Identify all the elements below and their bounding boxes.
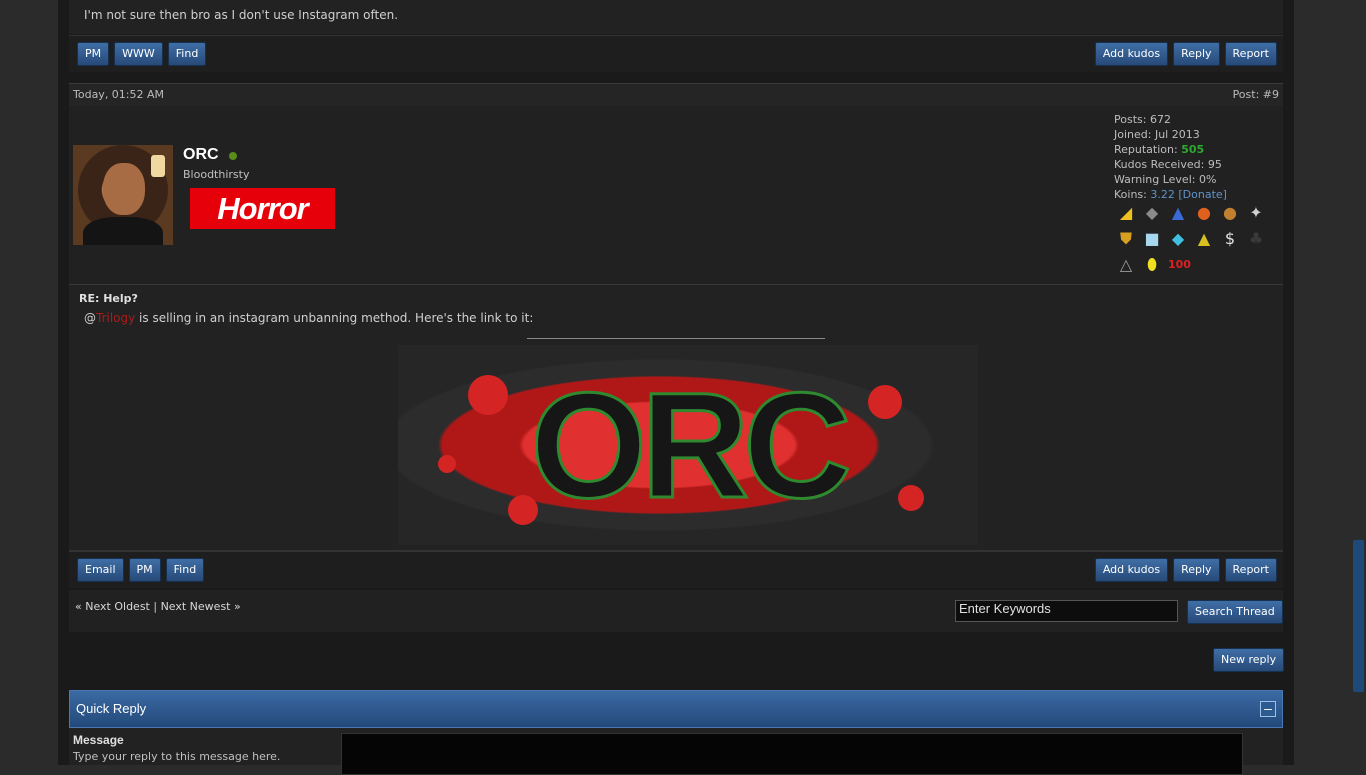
signature-text: ORC: [529, 360, 853, 531]
reply-button[interactable]: Reply: [1173, 558, 1220, 582]
sunglasses-icon[interactable]: ●: [1220, 203, 1240, 223]
pm-button[interactable]: PM: [128, 558, 161, 582]
joined-date: Jul 2013: [1154, 128, 1200, 141]
post-count: 672: [1149, 113, 1171, 126]
quick-reply-title: Quick Reply: [76, 701, 147, 716]
www-button[interactable]: WWW: [114, 42, 163, 66]
reputation-link[interactable]: 505: [1181, 143, 1204, 156]
add-kudos-button[interactable]: Add kudos: [1094, 42, 1169, 66]
shield-crest-icon[interactable]: ⛊: [1116, 229, 1136, 249]
diamond-icon[interactable]: ◆: [1168, 229, 1188, 249]
cheese-icon[interactable]: ◢: [1116, 203, 1136, 223]
add-kudos-button[interactable]: Add kudos: [1094, 558, 1169, 582]
post-author-panel: ORC Bloodthirsty Horror Posts: 672 Joine…: [69, 106, 1283, 285]
diamond-gem-icon[interactable]: ◆: [1142, 203, 1162, 223]
koins-value: 3.22: [1150, 188, 1175, 201]
search-thread-button[interactable]: Search Thread: [1187, 600, 1283, 624]
post-message: @Trilogy is selling in an instagram unba…: [84, 311, 534, 325]
previous-post-body: I'm not sure then bro as I don't use Ins…: [69, 0, 1283, 34]
post-subject: RE: Help?: [79, 292, 138, 305]
ice-cube-icon[interactable]: ■: [1142, 229, 1162, 249]
pm-button[interactable]: PM: [77, 42, 110, 66]
bomb-icon[interactable]: ●: [1194, 203, 1214, 223]
next-oldest-link[interactable]: « Next Oldest: [75, 600, 150, 613]
page-scrollbar[interactable]: [1350, 0, 1366, 765]
reply-button[interactable]: Reply: [1173, 42, 1220, 66]
quick-reply-textarea[interactable]: [341, 733, 1243, 775]
find-button[interactable]: Find: [165, 558, 205, 582]
post-body: RE: Help? @Trilogy is selling in an inst…: [69, 285, 1283, 551]
previous-post-button-bar: PM WWW Find Add kudos Reply Report: [69, 35, 1283, 72]
signature-banner-image: ORC: [398, 345, 978, 545]
bunny-icon[interactable]: ♣: [1246, 229, 1266, 249]
email-button[interactable]: Email: [77, 558, 124, 582]
find-button[interactable]: Find: [167, 42, 207, 66]
search-thread-input[interactable]: Enter Keywords: [955, 600, 1178, 622]
shuriken-icon[interactable]: ✦: [1246, 203, 1266, 223]
post-number-link[interactable]: Post: #9: [1233, 88, 1279, 101]
quick-reply-body: Message Type your reply to this message …: [69, 728, 1283, 775]
next-newest-link[interactable]: Next Newest »: [161, 600, 241, 613]
triforce-icon[interactable]: ▲: [1194, 229, 1214, 249]
golden-egg-icon[interactable]: ⬮: [1142, 255, 1162, 275]
post-header: Today, 01:52 AM Post: #9: [69, 83, 1283, 107]
report-button[interactable]: Report: [1224, 558, 1277, 582]
rocket-icon[interactable]: ▲: [1168, 203, 1188, 223]
user-title: Bloodthirsty: [183, 168, 250, 181]
message-label: Message: [73, 733, 124, 747]
avatar[interactable]: [73, 145, 173, 245]
new-reply-button[interactable]: New reply: [1213, 648, 1285, 672]
mention-link[interactable]: Trilogy: [96, 311, 135, 325]
previous-post-message: I'm not sure then bro as I don't use Ins…: [84, 8, 399, 22]
message-hint: Type your reply to this message here.: [73, 750, 281, 763]
userbar-image: Horror: [190, 188, 335, 229]
donate-link[interactable]: [Donate]: [1178, 188, 1227, 201]
user-stats: Posts: 672 Joined: Jul 2013 Reputation: …: [1114, 113, 1227, 201]
signature-divider: [527, 338, 825, 339]
hundred-icon[interactable]: 100: [1168, 255, 1191, 275]
money-bag-icon[interactable]: $: [1220, 229, 1240, 249]
username-link[interactable]: ORC: [183, 146, 219, 164]
post-button-bar: Email PM Find Add kudos Reply Report: [69, 551, 1283, 588]
collapse-icon[interactable]: –: [1260, 701, 1276, 717]
quick-reply-header: Quick Reply –: [69, 690, 1283, 728]
illuminati-icon[interactable]: △: [1116, 255, 1136, 275]
post-date: Today, 01:52 AM: [73, 88, 165, 101]
scrollbar-thumb[interactable]: [1353, 540, 1364, 692]
kudos-count: 95: [1207, 158, 1222, 171]
report-button[interactable]: Report: [1224, 42, 1277, 66]
warning-level: 0%: [1198, 173, 1217, 186]
online-status-icon: [229, 152, 237, 160]
thread-navigation: « Next Oldest | Next Newest » Enter Keyw…: [69, 590, 1283, 632]
